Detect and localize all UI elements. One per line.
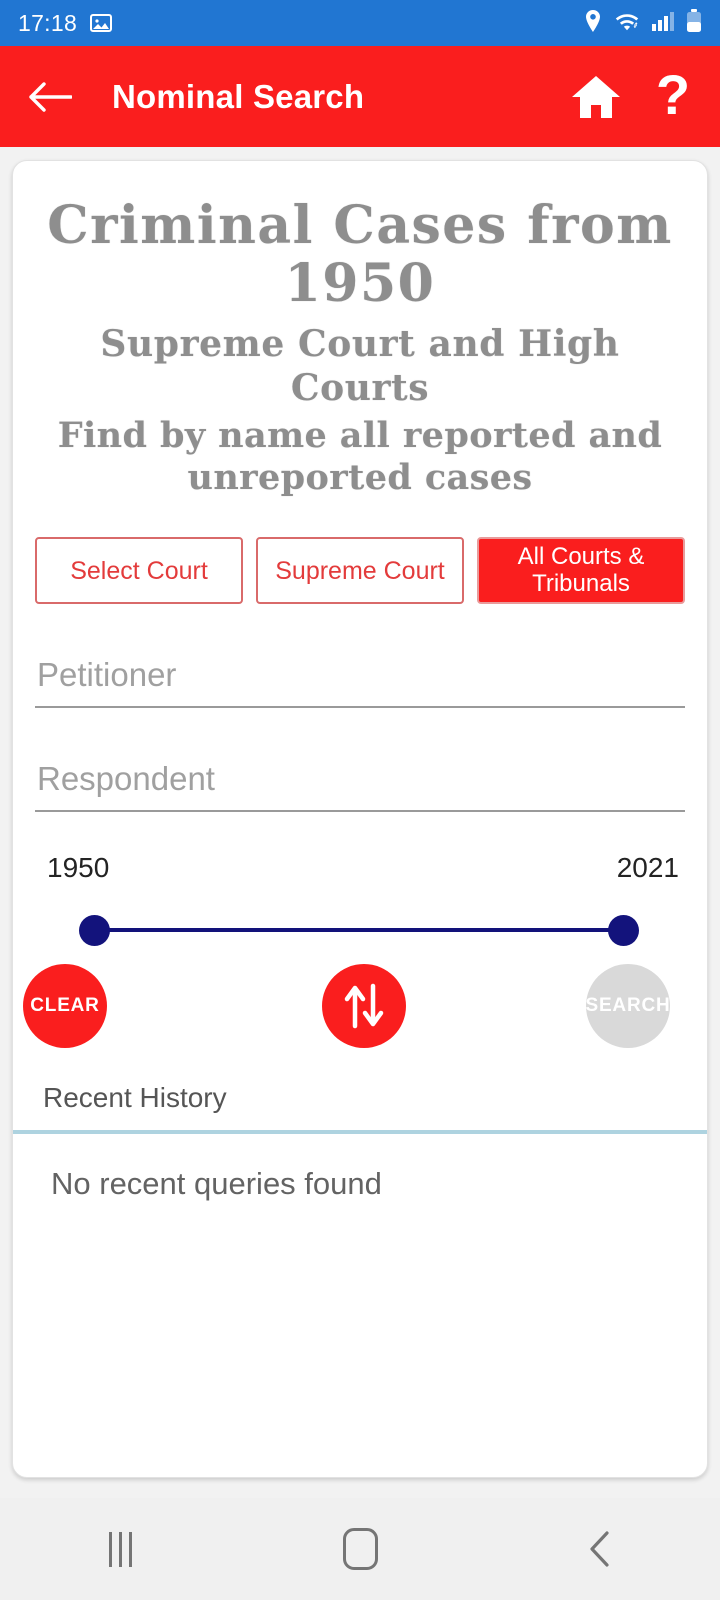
- year-range-slider: 1950 2021: [35, 852, 685, 958]
- search-button[interactable]: SEARCH: [585, 964, 670, 1049]
- location-icon: [583, 9, 603, 38]
- status-bar-icons: [583, 8, 702, 38]
- status-bar-time: 17:18: [18, 9, 78, 36]
- respondent-field-wrap: [35, 756, 685, 813]
- back-chevron-icon[interactable]: [480, 1529, 720, 1569]
- year-slider-max-label: 2021: [616, 852, 679, 884]
- petitioner-field-wrap: [35, 652, 685, 709]
- help-button[interactable]: ?: [652, 66, 694, 123]
- phone-screen: 17:18 Nominal Search ? Criminal Cases fr…: [0, 0, 720, 1600]
- respondent-input[interactable]: [35, 756, 685, 813]
- screenshot-image-icon: [89, 11, 113, 35]
- action-button-row: CLEAR SEARCH: [23, 964, 685, 1072]
- recent-history-label: Recent History: [43, 1082, 227, 1114]
- status-bar: 17:18: [0, 0, 720, 46]
- card-subheading: Supreme Court and High Courts: [35, 313, 685, 411]
- card-body: Criminal Cases from 1950 Supreme Court a…: [13, 161, 707, 1114]
- recent-history-empty-message: No recent queries found: [51, 1166, 382, 1202]
- search-card: Criminal Cases from 1950 Supreme Court a…: [12, 160, 708, 1478]
- battery-icon: [686, 8, 702, 38]
- year-slider-thumb-min[interactable]: [79, 915, 110, 947]
- petitioner-input[interactable]: [35, 652, 685, 709]
- year-slider-labels: 1950 2021: [35, 852, 685, 884]
- page-title: Nominal Search: [112, 77, 365, 115]
- select-court-button[interactable]: Select Court: [35, 537, 243, 605]
- all-courts-tribunals-button[interactable]: All Courts & Tribunals: [477, 537, 685, 605]
- year-slider-track-wrap[interactable]: [35, 902, 685, 958]
- clear-button[interactable]: CLEAR: [23, 964, 107, 1049]
- back-arrow-icon[interactable]: [26, 73, 74, 121]
- court-selection-row: Select Court Supreme Court All Courts & …: [35, 499, 685, 605]
- card-heading-main: Criminal Cases from 1950: [35, 161, 685, 313]
- year-slider-thumb-max[interactable]: [608, 915, 639, 947]
- app-bar: Nominal Search ?: [0, 46, 720, 147]
- signal-icon: [651, 10, 675, 37]
- home-square-icon[interactable]: [240, 1528, 480, 1570]
- year-slider-track: [91, 928, 627, 933]
- supreme-court-button[interactable]: Supreme Court: [256, 537, 464, 605]
- wifi-icon: [614, 10, 640, 37]
- home-icon[interactable]: [570, 71, 622, 123]
- recents-icon[interactable]: [0, 1531, 240, 1567]
- app-bar-actions: ?: [570, 66, 694, 123]
- card-heading-line4: Find by name all reported and: [57, 415, 663, 457]
- card-heading-line1: Criminal Cases from: [47, 195, 673, 256]
- card-description: Find by name all reported and unreported…: [35, 411, 685, 499]
- system-nav-bar: [0, 1498, 720, 1600]
- year-slider-min-label: 1950: [47, 852, 110, 884]
- card-heading-line2: 1950: [284, 253, 436, 315]
- card-heading-line5: unreported cases: [187, 457, 533, 499]
- recent-history-panel: No recent queries found: [13, 1134, 707, 1202]
- swap-vertical-arrows-icon[interactable]: [322, 964, 406, 1049]
- card-heading-line3: Supreme Court and High Courts: [100, 323, 620, 410]
